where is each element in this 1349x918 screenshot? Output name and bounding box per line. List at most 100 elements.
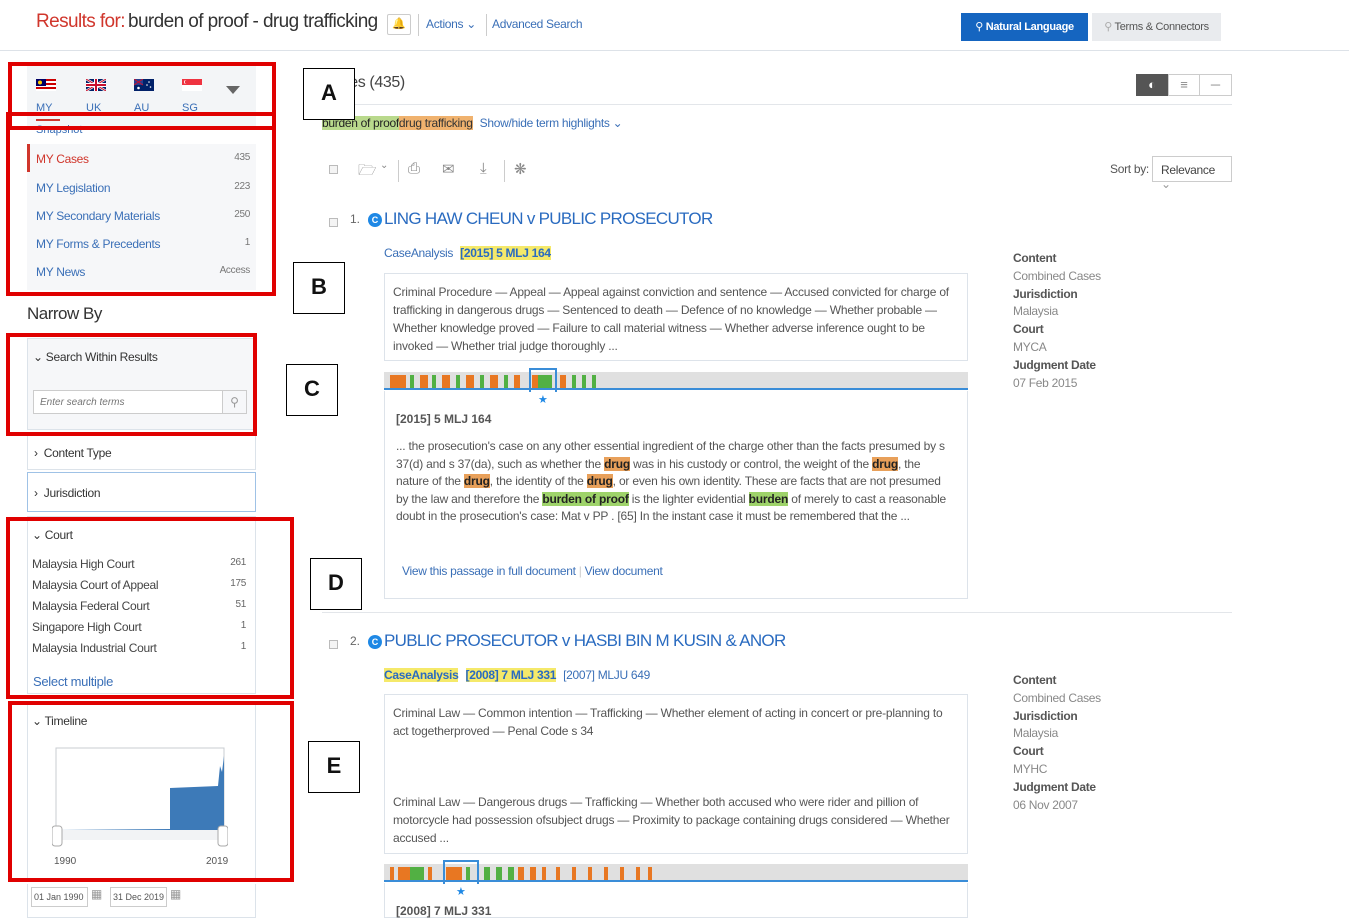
search-query: burden of proof - drug trafficking — [128, 11, 378, 32]
result-title[interactable]: PUBLIC PROSECUTOR v HASBI BIN M KUSIN & … — [384, 631, 786, 651]
content-type-facet[interactable]: › Content Type — [27, 434, 256, 470]
annotation-label-a: A — [303, 68, 355, 120]
natural-language-button[interactable]: ⚲ Natural Language — [961, 13, 1088, 41]
summary-paragraph: Criminal Law — Dangerous drugs — Traffic… — [393, 795, 950, 845]
hit-segment — [530, 867, 536, 880]
dropbox-icon[interactable]: ❋ — [514, 160, 527, 178]
calendar-icon[interactable]: ▦ — [91, 887, 102, 901]
hit-segment — [514, 375, 520, 388]
hit-segment — [504, 375, 508, 388]
search-icon: ⚲ — [975, 21, 986, 33]
calendar-icon[interactable]: ▦ — [170, 887, 181, 901]
meta-value: MYHC — [1013, 761, 1048, 776]
result-meta: Content Combined Cases Jurisdiction Mala… — [1013, 250, 1101, 392]
hit-segment — [582, 375, 586, 388]
case-type-icon: C — [368, 635, 382, 649]
chevron-down-icon: ⌄ — [609, 116, 623, 130]
show-hide-highlights[interactable]: Show/hide term highlights ⌄ — [480, 116, 623, 130]
annotation-box-b — [6, 112, 276, 296]
chevron-down-icon[interactable]: ⌄ — [380, 160, 388, 171]
list-view-icon[interactable]: ≡ — [1168, 74, 1200, 96]
view-passage-link[interactable]: View this passage in full document — [402, 564, 576, 578]
meta-value: 06 Nov 2007 — [1013, 797, 1078, 812]
divider — [322, 104, 1232, 105]
citation-link[interactable]: [2008] 7 MLJ 331 — [465, 668, 556, 682]
meta-label: Court — [1013, 322, 1044, 337]
to-date-field[interactable]: 31 Dec 2019 — [110, 887, 167, 907]
print-icon[interactable]: ⎙ — [408, 160, 420, 177]
meta-label: Judgment Date — [1013, 779, 1096, 794]
from-date-field[interactable]: 01 Jan 1990 — [31, 887, 88, 907]
meta-value: Combined Cases — [1013, 268, 1101, 283]
case-type-icon: C — [368, 213, 382, 227]
result-title[interactable]: LING HAW CHEUN v PUBLIC PROSECUTOR — [384, 209, 713, 229]
hit-segment — [484, 867, 490, 880]
jurisdiction-facet[interactable]: › Jurisdiction — [27, 472, 256, 512]
hit-segment — [398, 867, 410, 880]
folder-icon[interactable]: 🗁 — [358, 160, 377, 185]
hit-segment — [490, 375, 498, 388]
compact-view-icon[interactable]: ─ — [1200, 74, 1232, 96]
annotation-label-c: C — [286, 364, 338, 416]
citation-link[interactable]: [2007] MLJU 649 — [563, 668, 650, 682]
case-analysis-link[interactable]: CaseAnalysis — [384, 668, 459, 682]
divider — [418, 14, 419, 36]
meta-value: Malaysia — [1013, 726, 1058, 741]
hit-segment — [648, 867, 652, 880]
grid-view-icon[interactable]: ◐ — [1136, 74, 1168, 96]
hit-segment — [390, 375, 406, 388]
term-chip[interactable]: drug trafficking — [398, 116, 473, 130]
hit-segment — [560, 375, 566, 388]
top-bar: Results for: burden of proof - drug traf… — [0, 0, 1349, 48]
hit-segment — [428, 867, 432, 880]
terms-connectors-button[interactable]: ⚲ Terms & Connectors — [1092, 13, 1221, 41]
summary-paragraph: Criminal Law — Common intention — Traffi… — [393, 706, 943, 738]
chevron-down-icon: ⌄ — [463, 17, 477, 31]
chevron-right-icon: › — [34, 446, 44, 460]
hit-segment — [466, 375, 474, 388]
email-icon[interactable]: ✉ — [442, 160, 455, 178]
case-analysis-link[interactable]: CaseAnalysis — [384, 246, 453, 260]
result-index: 1. — [350, 212, 361, 226]
hit-segment — [496, 867, 502, 880]
term-hit: drug — [604, 456, 630, 471]
divider — [504, 160, 505, 182]
annotation-box-d — [6, 517, 294, 699]
citation-link[interactable]: [2015] 5 MLJ 164 — [460, 246, 551, 260]
passage-fragment: was in his custody or control, the weigh… — [630, 456, 873, 471]
hit-segment — [556, 867, 560, 880]
hit-segment — [390, 867, 394, 880]
meta-value: Combined Cases — [1013, 690, 1101, 705]
jurisdiction-label: › Jurisdiction — [34, 486, 101, 500]
result-meta: Content Combined Cases Jurisdiction Mala… — [1013, 672, 1101, 814]
meta-value: Malaysia — [1013, 304, 1058, 319]
bell-icon[interactable]: 🔔 — [387, 14, 411, 35]
divider — [322, 612, 1232, 613]
result-index: 2. — [350, 634, 361, 648]
advanced-search-link[interactable]: Advanced Search — [492, 17, 583, 31]
result-checkbox[interactable] — [329, 218, 338, 227]
hit-marker — [443, 860, 479, 884]
chevron-right-icon: › — [34, 486, 44, 500]
view-document-link[interactable]: View document — [585, 564, 663, 578]
annotation-label-d: D — [310, 558, 362, 610]
hit-segments — [384, 372, 968, 392]
hit-marker — [529, 368, 557, 392]
passage-text: ... the prosecution's case on any other … — [396, 438, 956, 526]
result-checkbox[interactable] — [329, 640, 338, 649]
annotation-label-b: B — [293, 262, 345, 314]
actions-menu[interactable]: Actions ⌄ — [426, 17, 476, 31]
passage-fragment: , the identity of the — [489, 474, 587, 489]
hit-segment — [410, 867, 424, 880]
hit-segment — [420, 375, 428, 388]
annotation-box-e — [8, 701, 294, 882]
download-icon[interactable]: ⤓ — [480, 160, 487, 177]
select-all-checkbox[interactable] — [329, 165, 338, 174]
term-hit: drug — [463, 474, 490, 489]
meta-value: 07 Feb 2015 — [1013, 375, 1078, 390]
result-citations: CaseAnalysis [2015] 5 MLJ 164 — [384, 246, 551, 260]
meta-label: Judgment Date — [1013, 357, 1096, 372]
sort-select[interactable]: Relevance ⌄ — [1152, 156, 1232, 191]
term-hit: drug — [586, 474, 613, 489]
result-summary: Criminal Law — Common intention — Traffi… — [384, 694, 968, 854]
